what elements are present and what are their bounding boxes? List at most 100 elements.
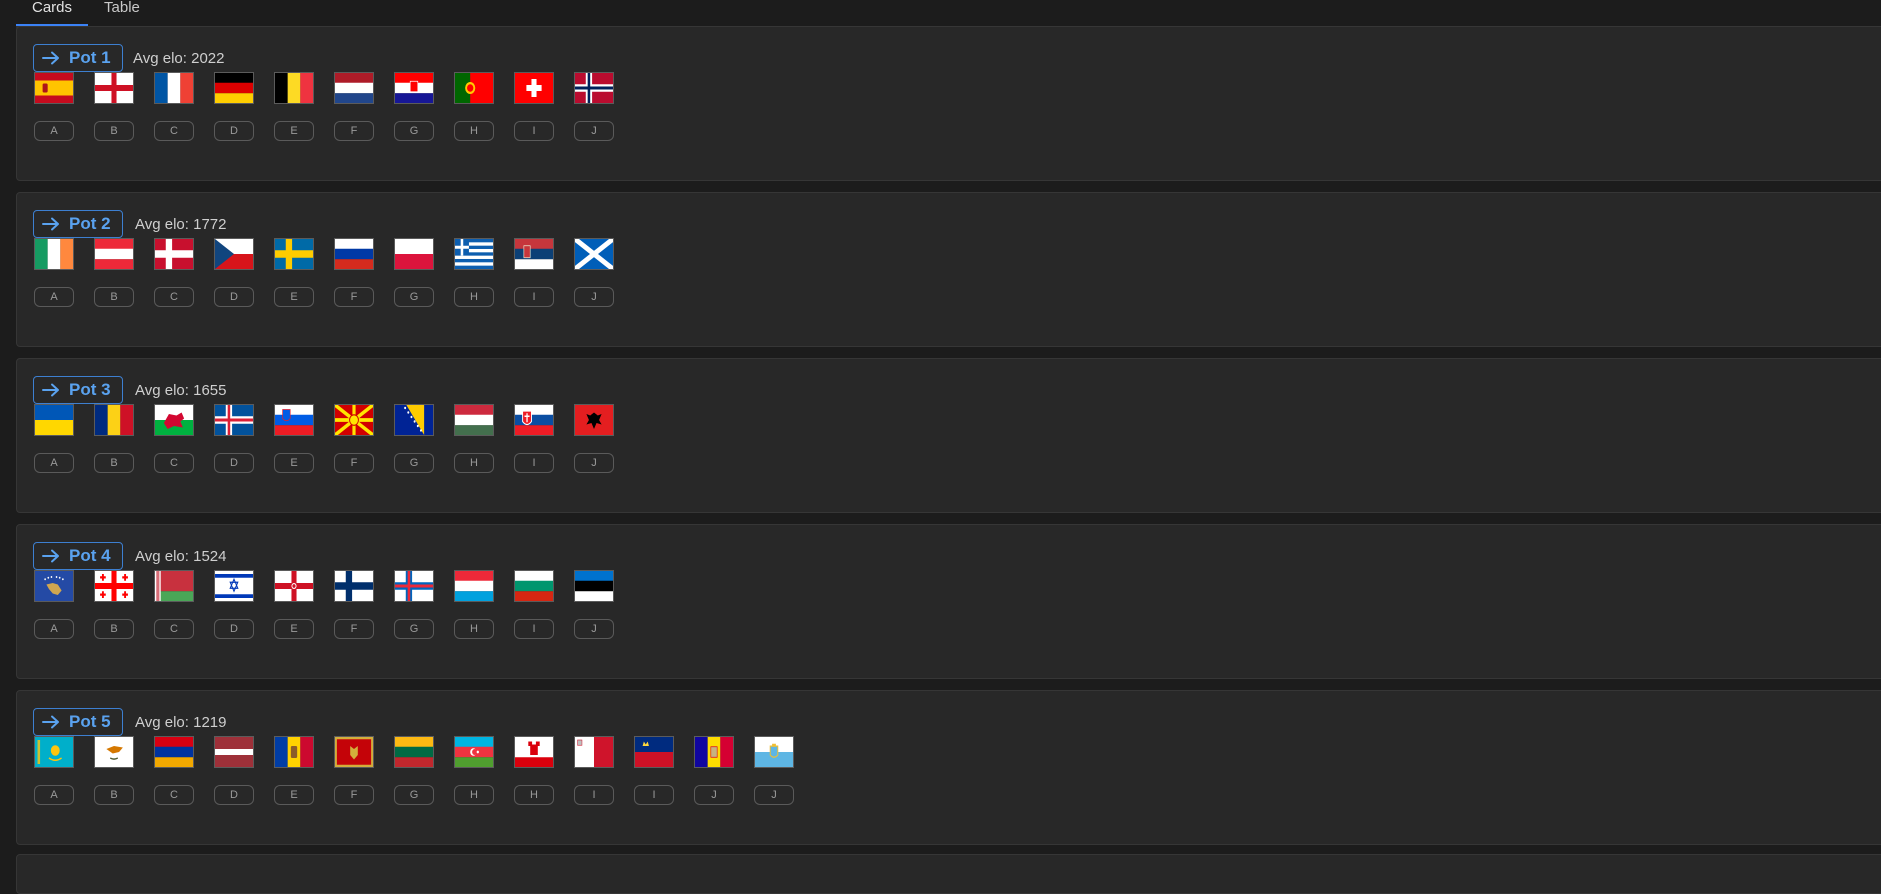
- group-badge: G: [394, 785, 434, 805]
- flag-russia-icon[interactable]: [334, 238, 374, 270]
- group-badge: I: [514, 619, 554, 639]
- pot-name: Pot 4: [69, 546, 111, 565]
- arrow-right-icon: [42, 217, 59, 231]
- pot-button[interactable]: Pot 3: [33, 376, 123, 404]
- flag-kosovo-icon[interactable]: [34, 570, 74, 602]
- group-badge: D: [214, 121, 254, 141]
- flag-france-icon[interactable]: [154, 72, 194, 104]
- group-badge: B: [94, 785, 134, 805]
- flag-bulgaria-icon[interactable]: [514, 570, 554, 602]
- flag-norway-icon[interactable]: [574, 72, 614, 104]
- group-badge: D: [214, 453, 254, 473]
- tab-table[interactable]: Table: [88, 0, 156, 24]
- group-badge: D: [214, 619, 254, 639]
- flag-iceland-icon[interactable]: [214, 404, 254, 436]
- flag-slovakia-icon[interactable]: [514, 404, 554, 436]
- group-badge: A: [34, 453, 74, 473]
- flag-denmark-icon[interactable]: [154, 238, 194, 270]
- group-badge: A: [34, 121, 74, 141]
- group-badge: J: [694, 785, 734, 805]
- group-badge: A: [34, 287, 74, 307]
- flag-moldova-icon[interactable]: [274, 736, 314, 768]
- flag-montenegro-icon[interactable]: [334, 736, 374, 768]
- group-badge: H: [514, 785, 554, 805]
- flag-wales-icon[interactable]: [154, 404, 194, 436]
- flag-romania-icon[interactable]: [94, 404, 134, 436]
- flag-spain-icon[interactable]: [34, 72, 74, 104]
- flag-poland-icon[interactable]: [394, 238, 434, 270]
- group-badge: E: [274, 287, 314, 307]
- group-badge: A: [34, 785, 74, 805]
- flag-croatia-icon[interactable]: [394, 72, 434, 104]
- flag-azerbaijan-icon[interactable]: [454, 736, 494, 768]
- view-tabs: Cards Table: [16, 0, 1881, 28]
- avg-elo: Avg elo: 1524: [135, 547, 227, 565]
- flag-armenia-icon[interactable]: [154, 736, 194, 768]
- flag-latvia-icon[interactable]: [214, 736, 254, 768]
- flag-hungary-icon[interactable]: [454, 404, 494, 436]
- group-badge: C: [154, 785, 194, 805]
- avg-elo: Avg elo: 1655: [135, 381, 227, 399]
- pot-name: Pot 2: [69, 214, 111, 233]
- flag-lithuania-icon[interactable]: [394, 736, 434, 768]
- flag-sweden-icon[interactable]: [274, 238, 314, 270]
- flag-gibraltar-icon[interactable]: [514, 736, 554, 768]
- group-badge: J: [574, 619, 614, 639]
- flag-israel-icon[interactable]: [214, 570, 254, 602]
- flag-albania-icon[interactable]: [574, 404, 614, 436]
- flag-portugal-icon[interactable]: [454, 72, 494, 104]
- tab-cards[interactable]: Cards: [16, 0, 89, 26]
- group-badge: I: [514, 287, 554, 307]
- group-badge: E: [274, 785, 314, 805]
- group-badge: E: [274, 121, 314, 141]
- flag-faroe-islands-icon[interactable]: [394, 570, 434, 602]
- flag-north-macedonia-icon[interactable]: [334, 404, 374, 436]
- flag-serbia-icon[interactable]: [514, 238, 554, 270]
- flag-germany-icon[interactable]: [214, 72, 254, 104]
- flag-malta-icon[interactable]: [574, 736, 614, 768]
- flag-cyprus-icon[interactable]: [94, 736, 134, 768]
- flag-switzerland-icon[interactable]: [514, 72, 554, 104]
- pot-button[interactable]: Pot 4: [33, 542, 123, 570]
- group-badge: B: [94, 287, 134, 307]
- pot-button[interactable]: Pot 5: [33, 708, 123, 736]
- flag-greece-icon[interactable]: [454, 238, 494, 270]
- flag-england-icon[interactable]: [94, 72, 134, 104]
- arrow-right-icon: [42, 383, 59, 397]
- flag-czechia-icon[interactable]: [214, 238, 254, 270]
- flag-georgia-icon[interactable]: [94, 570, 134, 602]
- flag-belgium-icon[interactable]: [274, 72, 314, 104]
- arrow-right-icon: [42, 549, 59, 563]
- group-badge: G: [394, 287, 434, 307]
- group-badge: J: [574, 287, 614, 307]
- flag-liechtenstein-icon[interactable]: [634, 736, 674, 768]
- pot-card: Pot 3 Avg elo: 1655 A B C D E F G H I J: [16, 358, 1881, 513]
- group-badge: F: [334, 619, 374, 639]
- group-badge: C: [154, 121, 194, 141]
- pot-button[interactable]: Pot 1: [33, 44, 123, 72]
- flag-northern-ireland-icon[interactable]: [274, 570, 314, 602]
- flag-austria-icon[interactable]: [94, 238, 134, 270]
- flag-netherlands-icon[interactable]: [334, 72, 374, 104]
- group-badge: J: [574, 121, 614, 141]
- flag-kazakhstan-icon[interactable]: [34, 736, 74, 768]
- group-badge: G: [394, 121, 434, 141]
- flag-ireland-icon[interactable]: [34, 238, 74, 270]
- flag-luxembourg-icon[interactable]: [454, 570, 494, 602]
- pot-button[interactable]: Pot 2: [33, 210, 123, 238]
- flag-belarus-icon[interactable]: [154, 570, 194, 602]
- flag-andorra-icon[interactable]: [694, 736, 734, 768]
- group-badge: E: [274, 619, 314, 639]
- flag-estonia-icon[interactable]: [574, 570, 614, 602]
- flag-scotland-icon[interactable]: [574, 238, 614, 270]
- flag-finland-icon[interactable]: [334, 570, 374, 602]
- group-badge: I: [634, 785, 674, 805]
- group-badge: G: [394, 453, 434, 473]
- flag-slovenia-icon[interactable]: [274, 404, 314, 436]
- group-badge: D: [214, 287, 254, 307]
- group-badge: F: [334, 287, 374, 307]
- flag-bosnia-icon[interactable]: [394, 404, 434, 436]
- flag-ukraine-icon[interactable]: [34, 404, 74, 436]
- flag-san-marino-icon[interactable]: [754, 736, 794, 768]
- group-badge: H: [454, 785, 494, 805]
